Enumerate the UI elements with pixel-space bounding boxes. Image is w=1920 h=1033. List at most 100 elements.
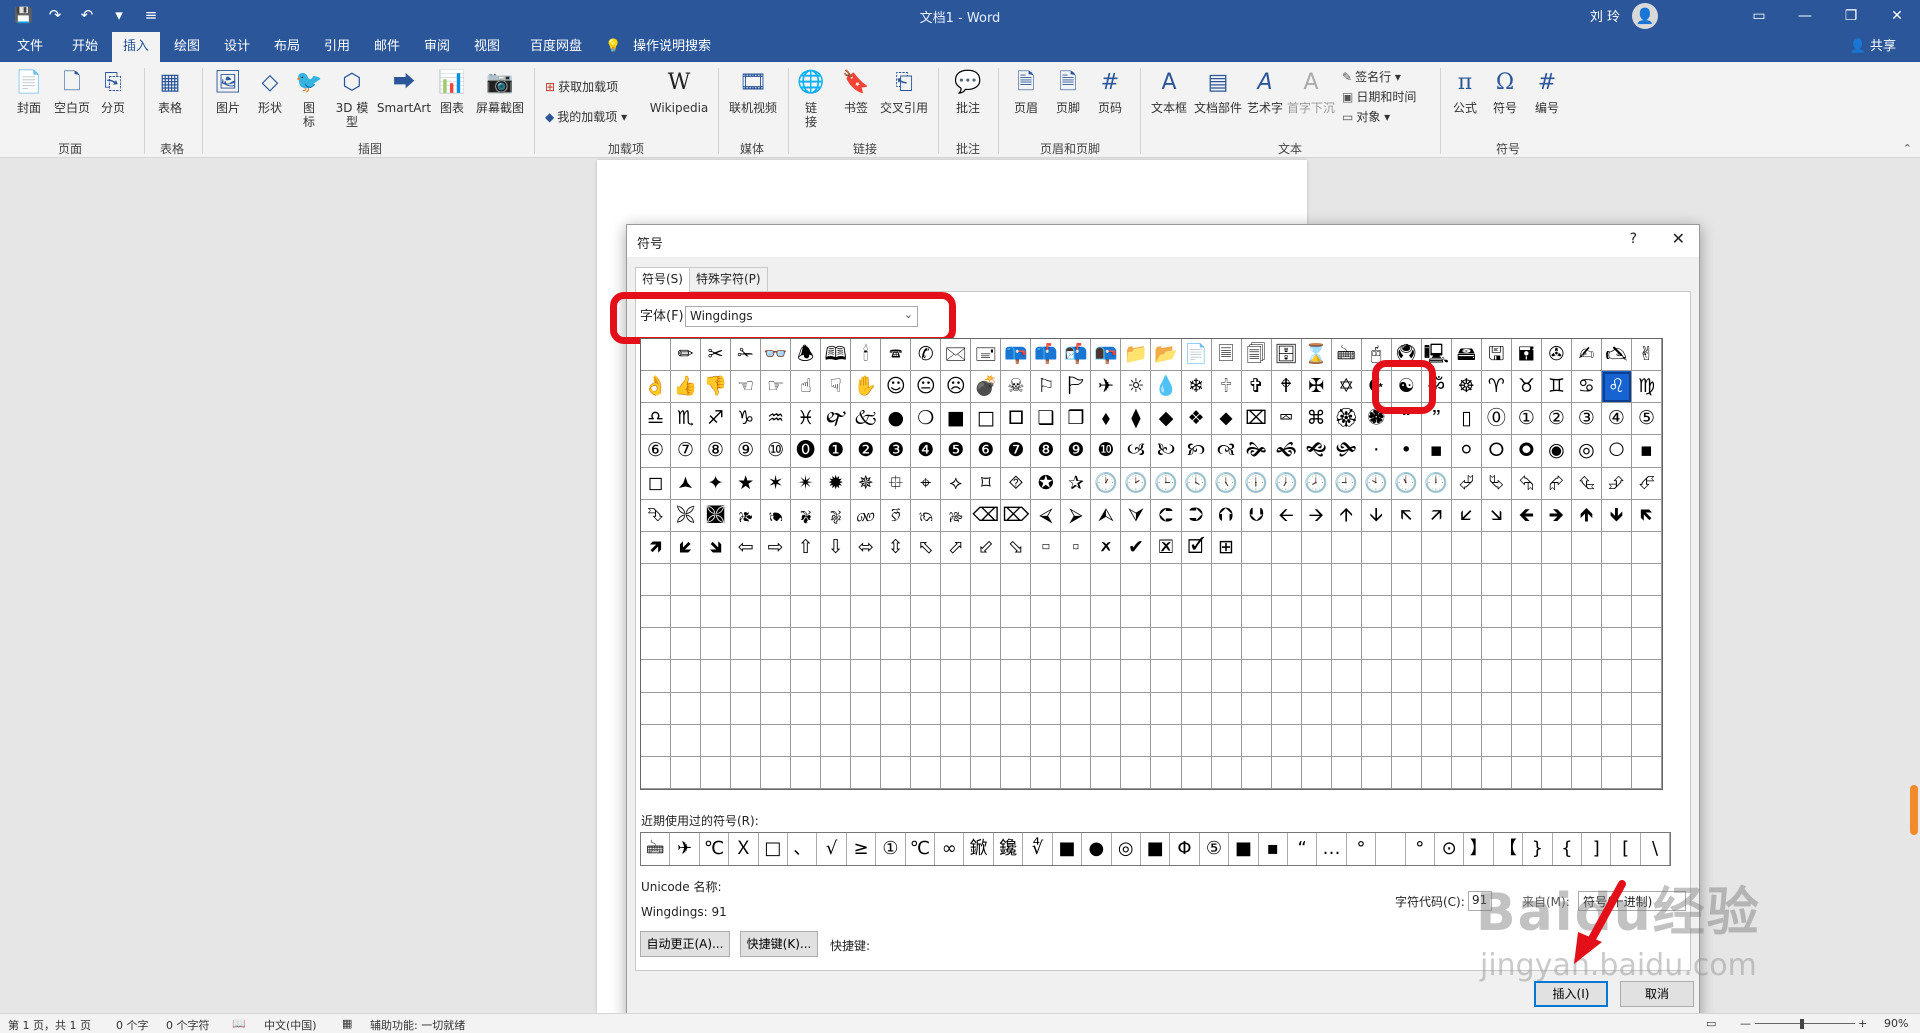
recent-symbol-cell[interactable]: [ bbox=[1611, 833, 1641, 865]
tab-insert[interactable]: 插入 bbox=[112, 32, 160, 62]
symbol-cell[interactable] bbox=[1121, 724, 1152, 757]
recent-symbol-cell[interactable]: ° bbox=[1406, 833, 1435, 865]
recent-symbol-cell[interactable]: Ｘ bbox=[729, 833, 759, 865]
symbol-cell[interactable]: 🙓 bbox=[941, 499, 972, 532]
symbol-cell[interactable]: 🙫 bbox=[701, 499, 732, 532]
symbol-cell[interactable] bbox=[1301, 692, 1332, 725]
symbol-cell[interactable] bbox=[1541, 596, 1572, 629]
symbol-cell[interactable] bbox=[761, 660, 792, 693]
symbol-cell[interactable] bbox=[1091, 756, 1122, 789]
symbol-cell[interactable]: ✰ bbox=[1061, 467, 1092, 500]
symbol-cell[interactable] bbox=[671, 563, 702, 597]
symbol-cell[interactable] bbox=[1151, 660, 1182, 693]
symbol-cell[interactable] bbox=[1331, 628, 1362, 661]
my-addins-button[interactable]: ◆ 我的加载项 ▾ bbox=[545, 108, 627, 125]
comment-button[interactable]: 💬 批注 bbox=[950, 68, 986, 115]
symbol-cell[interactable] bbox=[1331, 692, 1362, 725]
symbol-cell[interactable] bbox=[1631, 563, 1662, 597]
symbol-cell[interactable] bbox=[941, 628, 972, 661]
symbol-cell[interactable]: ✏ bbox=[671, 339, 702, 372]
symbol-cell[interactable] bbox=[1451, 692, 1482, 725]
screenshot-button[interactable]: 📷 屏幕截图 bbox=[474, 68, 526, 115]
symbol-cell[interactable]: ♑ bbox=[731, 403, 762, 436]
symbol-cell[interactable]: ✋ bbox=[851, 371, 882, 404]
symbol-cell[interactable]: ① bbox=[1511, 403, 1542, 436]
symbol-cell[interactable] bbox=[761, 724, 792, 757]
symbol-cell[interactable] bbox=[1361, 724, 1392, 757]
symbol-cell[interactable]: ◻ bbox=[641, 467, 672, 500]
symbol-cell[interactable]: ⮶ bbox=[1631, 467, 1662, 500]
symbol-cell[interactable] bbox=[1451, 596, 1482, 629]
symbol-cell[interactable]: 🗹 bbox=[1181, 531, 1212, 564]
symbol-cell[interactable]: 🞅 bbox=[1601, 435, 1632, 468]
symbol-cell[interactable] bbox=[1391, 756, 1422, 789]
symbol-cell[interactable] bbox=[881, 563, 912, 597]
footer-button[interactable]: 🗎 页脚 bbox=[1050, 68, 1086, 115]
recent-symbol-cell[interactable]: 】 bbox=[1464, 833, 1494, 865]
symbol-cell[interactable] bbox=[911, 628, 942, 661]
symbol-cell[interactable]: ⮊ bbox=[1181, 499, 1212, 532]
blank-page-button[interactable]: 🗋 空白页 bbox=[50, 68, 94, 115]
help-icon[interactable]: ? bbox=[1630, 231, 1637, 247]
symbol-cell[interactable]: ♏ bbox=[671, 403, 702, 436]
symbol-cell[interactable]: ▯ bbox=[1451, 403, 1482, 436]
tab-draw[interactable]: 绘图 bbox=[166, 32, 208, 62]
symbol-cell[interactable]: 🡻 bbox=[1601, 499, 1632, 532]
recent-symbol-cell[interactable]: … bbox=[1317, 833, 1347, 865]
symbol-cell[interactable] bbox=[1631, 660, 1662, 693]
symbol-cell[interactable] bbox=[1031, 563, 1062, 597]
symbol-cell[interactable]: 🕓 bbox=[1181, 467, 1212, 500]
recent-symbol-cell[interactable]: ✈ bbox=[670, 833, 700, 865]
symbol-cell[interactable] bbox=[1031, 596, 1062, 629]
symbol-cell[interactable]: 🙪 bbox=[671, 499, 702, 532]
symbol-cell[interactable]: 🙠 bbox=[1151, 435, 1182, 468]
symbol-cell[interactable] bbox=[671, 628, 702, 661]
symbol-cell[interactable] bbox=[1451, 660, 1482, 693]
symbol-cell[interactable] bbox=[1361, 660, 1392, 693]
insert-button[interactable]: 插入(I) bbox=[1534, 981, 1608, 1007]
symbol-cell[interactable] bbox=[1061, 724, 1092, 757]
symbol-cell[interactable]: ▪ bbox=[1631, 435, 1662, 468]
symbol-cell[interactable] bbox=[1001, 724, 1032, 757]
shapes-button[interactable]: ◇ 形状 bbox=[252, 68, 288, 115]
symbol-cell[interactable]: ⮱ bbox=[1481, 467, 1512, 500]
table-button[interactable]: ▦ 表格 bbox=[152, 68, 188, 115]
symbol-cell[interactable]: ❸ bbox=[881, 435, 912, 468]
symbol-cell[interactable] bbox=[1091, 563, 1122, 597]
recent-symbol-cell[interactable]: ° bbox=[1347, 833, 1377, 865]
symbol-cell[interactable]: ⌦ bbox=[1001, 499, 1032, 532]
symbol-cell[interactable] bbox=[731, 596, 762, 629]
symbol-cell[interactable] bbox=[941, 563, 972, 597]
recent-symbol-cell[interactable]: “ bbox=[1288, 833, 1318, 865]
symbol-cell[interactable] bbox=[701, 692, 732, 725]
symbol-cell[interactable] bbox=[1331, 563, 1362, 597]
symbol-cell[interactable] bbox=[851, 692, 882, 725]
symbol-cell[interactable]: ☞ bbox=[761, 371, 792, 404]
symbol-cell[interactable]: 🡭 bbox=[1421, 499, 1452, 532]
symbol-cell[interactable]: ♐ bbox=[701, 403, 732, 436]
symbol-cell[interactable]: ☼ bbox=[1121, 371, 1152, 404]
symbol-cell[interactable]: 🡾 bbox=[701, 531, 732, 564]
symbol-cell[interactable] bbox=[1151, 724, 1182, 757]
symbol-cell[interactable] bbox=[671, 724, 702, 757]
online-video-button[interactable]: 🎞 联机视频 bbox=[726, 68, 780, 115]
tab-symbols[interactable]: 符号(S) bbox=[635, 267, 690, 292]
symbol-cell[interactable]: ✇ bbox=[1541, 339, 1572, 372]
symbol-cell[interactable] bbox=[701, 756, 732, 789]
symbol-cell[interactable]: 🕒 bbox=[1151, 467, 1182, 500]
symbol-cell[interactable] bbox=[1571, 692, 1602, 725]
symbol-cell[interactable] bbox=[911, 692, 942, 725]
symbol-cell[interactable]: 🗐 bbox=[1241, 339, 1272, 372]
symbol-cell[interactable] bbox=[1391, 596, 1422, 629]
symbol-cell[interactable] bbox=[911, 596, 942, 629]
recent-symbols-row[interactable]: 🖮 ✈ ℃ Ｘ □、 √ ≥ ① ℃ ∞ 鍁鑱 ∜ ■ ● ◎ ■ Φ ⑤ ■ ▪ “… ° ° ⊙】【}{][\ bbox=[640, 832, 1671, 866]
symbol-cell[interactable]: ✂ bbox=[701, 339, 732, 372]
symbol-cell[interactable]: ⯐ bbox=[881, 467, 912, 500]
symbol-cell[interactable] bbox=[1241, 692, 1272, 725]
symbol-cell[interactable] bbox=[1271, 724, 1302, 757]
symbol-cell[interactable] bbox=[1001, 596, 1032, 629]
symbol-cell[interactable] bbox=[1421, 692, 1452, 725]
symbol-cell[interactable]: ⮰ bbox=[1451, 467, 1482, 500]
symbol-cell[interactable]: 🗄 bbox=[1271, 339, 1302, 372]
symbol-cell[interactable]: 🖫 bbox=[1481, 339, 1512, 372]
